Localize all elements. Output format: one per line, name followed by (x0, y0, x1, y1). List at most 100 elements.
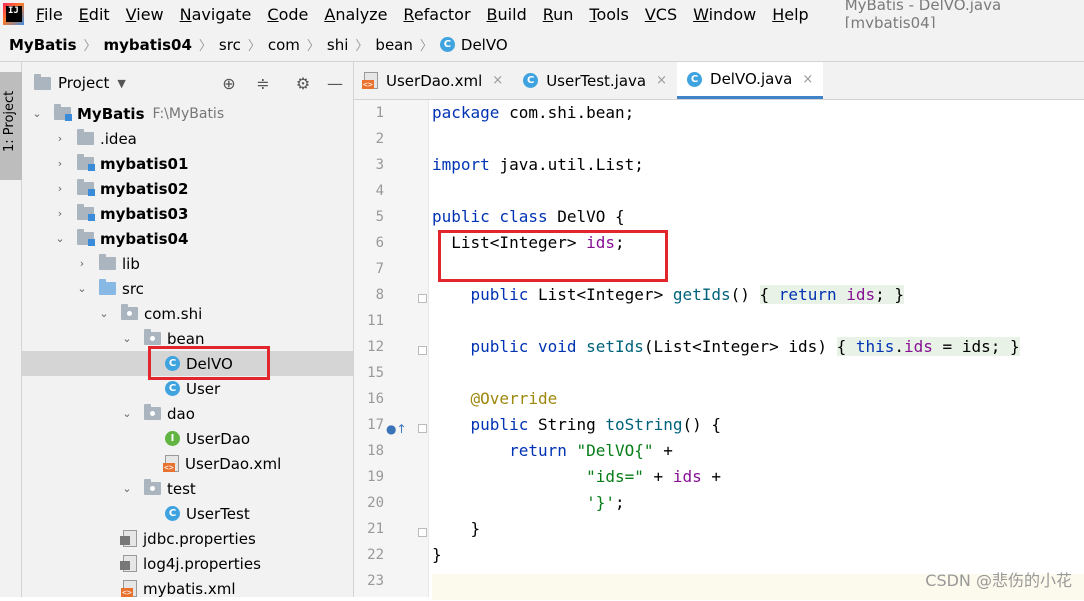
tree-item-mybatis-xml[interactable]: mybatis.xml (22, 576, 353, 601)
line-number: 17 (367, 417, 384, 433)
line-number: 5 (375, 209, 384, 225)
xml-file-icon (362, 72, 378, 89)
code-line-6: List<Integer> ids; (451, 233, 625, 252)
fold-icon[interactable] (418, 294, 427, 303)
chevron-right-icon[interactable]: › (53, 132, 67, 145)
tab-userdao-xml[interactable]: UserDao.xml × (354, 62, 513, 99)
project-panel-title[interactable]: Project (58, 74, 109, 92)
code-area[interactable]: package com.shi.bean; import java.util.L… (432, 100, 1084, 600)
chevron-right-icon[interactable]: › (53, 182, 67, 195)
project-panel: Project ▼ ⊕ ≑ ⚙ — ⌄ MyBatis F:\MyBatis ›… (22, 62, 354, 598)
menu-edit[interactable]: Edit (79, 5, 110, 24)
chevron-down-icon[interactable]: ⌄ (30, 107, 44, 120)
fold-icon[interactable] (418, 528, 427, 537)
tree-item-userdao[interactable]: I UserDao (22, 426, 353, 451)
line-number: 16 (367, 391, 384, 407)
chevron-down-icon[interactable]: ▼ (117, 77, 125, 90)
breadcrumb-item-bean[interactable]: bean 〉 (375, 35, 439, 55)
chevron-down-icon[interactable]: ⌄ (120, 407, 134, 420)
code-line-5: public class DelVO { (432, 207, 625, 226)
menu-navigate[interactable]: Navigate (180, 5, 252, 24)
menu-build[interactable]: Build (487, 5, 527, 24)
line-number: 6 (375, 235, 384, 251)
chevron-right-icon[interactable]: › (53, 157, 67, 170)
tree-item-com-shi[interactable]: ⌄ com.shi (22, 301, 353, 326)
chevron-right-icon[interactable]: › (75, 257, 89, 270)
package-icon (121, 304, 138, 320)
test-class-icon: C (165, 506, 180, 521)
collapse-all-icon[interactable]: ≑ (254, 74, 272, 93)
tree-item-userdao-xml[interactable]: UserDao.xml (22, 451, 353, 476)
tree-item-delvo[interactable]: C DelVO (22, 351, 353, 376)
line-number-gutter: 1 2 3 4 5 6 7 8 11 12 15 16 17 18 19 20 … (354, 100, 429, 597)
menu-run[interactable]: Run (543, 5, 574, 24)
menu-code[interactable]: Code (267, 5, 308, 24)
tree-item-mybatis03[interactable]: › mybatis03 (22, 201, 353, 226)
module-folder-icon (77, 229, 95, 246)
override-gutter-icon[interactable]: ●↑ (386, 422, 407, 436)
code-line-19: "ids=" + ids + (586, 467, 721, 486)
locate-icon[interactable]: ⊕ (220, 74, 238, 93)
gear-icon[interactable]: ⚙ (294, 74, 312, 93)
tree-item-mybatis02[interactable]: › mybatis02 (22, 176, 353, 201)
line-number: 8 (375, 287, 384, 303)
tree-item-mybatis04[interactable]: ⌄ mybatis04 (22, 226, 353, 251)
package-icon (144, 404, 161, 420)
line-number: 23 (367, 573, 384, 589)
tree-item-mybatis[interactable]: ⌄ MyBatis F:\MyBatis (22, 101, 353, 126)
minimize-icon[interactable]: — (326, 74, 344, 93)
menu-window[interactable]: Window (693, 5, 756, 24)
chevron-down-icon[interactable]: ⌄ (75, 282, 89, 295)
source-folder-icon (99, 279, 116, 295)
chevron-down-icon[interactable]: ⌄ (120, 482, 134, 495)
close-icon[interactable]: × (802, 72, 813, 87)
menu-file[interactable]: File (36, 5, 63, 24)
tab-usertest-java[interactable]: C UserTest.java × (513, 62, 677, 99)
breadcrumb-item-module[interactable]: mybatis04 〉 (104, 35, 219, 55)
breadcrumb-item-com[interactable]: com 〉 (268, 35, 327, 55)
tree-item-mybatis01[interactable]: › mybatis01 (22, 151, 353, 176)
close-icon[interactable]: × (656, 73, 667, 88)
menu-bar: IJ File Edit View Navigate Code Analyze … (0, 0, 1084, 32)
chevron-down-icon[interactable]: ⌄ (97, 307, 111, 320)
line-number: 1 (375, 105, 384, 121)
tree-item-user[interactable]: C User (22, 376, 353, 401)
menu-tools[interactable]: Tools (589, 5, 628, 24)
tree-item-dao[interactable]: ⌄ dao (22, 401, 353, 426)
fold-icon[interactable] (418, 346, 427, 355)
class-icon: C (687, 71, 703, 87)
breadcrumb-item-project[interactable]: MyBatis 〉 (9, 35, 104, 55)
line-number: 4 (375, 183, 384, 199)
line-number: 15 (367, 365, 384, 381)
fold-icon[interactable] (418, 424, 427, 433)
tab-delvo-java[interactable]: C DelVO.java × (677, 62, 824, 99)
test-class-icon: C (523, 73, 539, 88)
project-tool-button[interactable]: 1: Project (0, 72, 22, 180)
menu-refactor[interactable]: Refactor (403, 5, 470, 24)
chevron-down-icon[interactable]: ⌄ (120, 332, 134, 345)
breadcrumb-item-src[interactable]: src 〉 (219, 35, 268, 55)
close-icon[interactable]: × (492, 73, 503, 88)
tree-item-bean[interactable]: ⌄ bean (22, 326, 353, 351)
menu-help[interactable]: Help (772, 5, 808, 24)
tree-item-usertest[interactable]: C UserTest (22, 501, 353, 526)
line-number: 3 (375, 157, 384, 173)
chevron-down-icon[interactable]: ⌄ (53, 232, 67, 245)
code-line-20: '}'; (586, 493, 625, 512)
tree-item-log4j-properties[interactable]: log4j.properties (22, 551, 353, 576)
breadcrumb-item-shi[interactable]: shi 〉 (327, 35, 376, 55)
tree-item-src[interactable]: ⌄ src (22, 276, 353, 301)
tree-item-test[interactable]: ⌄ test (22, 476, 353, 501)
module-folder-icon (77, 179, 95, 196)
chevron-right-icon[interactable]: › (53, 207, 67, 220)
xml-file-icon (121, 580, 137, 597)
tree-item-lib[interactable]: › lib (22, 251, 353, 276)
menu-view[interactable]: View (126, 5, 164, 24)
code-line-17: public String toString() { (470, 415, 721, 434)
menu-analyze[interactable]: Analyze (324, 5, 387, 24)
tree-item-idea[interactable]: › .idea (22, 126, 353, 151)
xml-file-icon (163, 455, 179, 472)
menu-vcs[interactable]: VCS (645, 5, 677, 24)
tree-item-jdbc-properties[interactable]: jdbc.properties (22, 526, 353, 551)
breadcrumb-item-class[interactable]: C DelVO (439, 36, 508, 54)
